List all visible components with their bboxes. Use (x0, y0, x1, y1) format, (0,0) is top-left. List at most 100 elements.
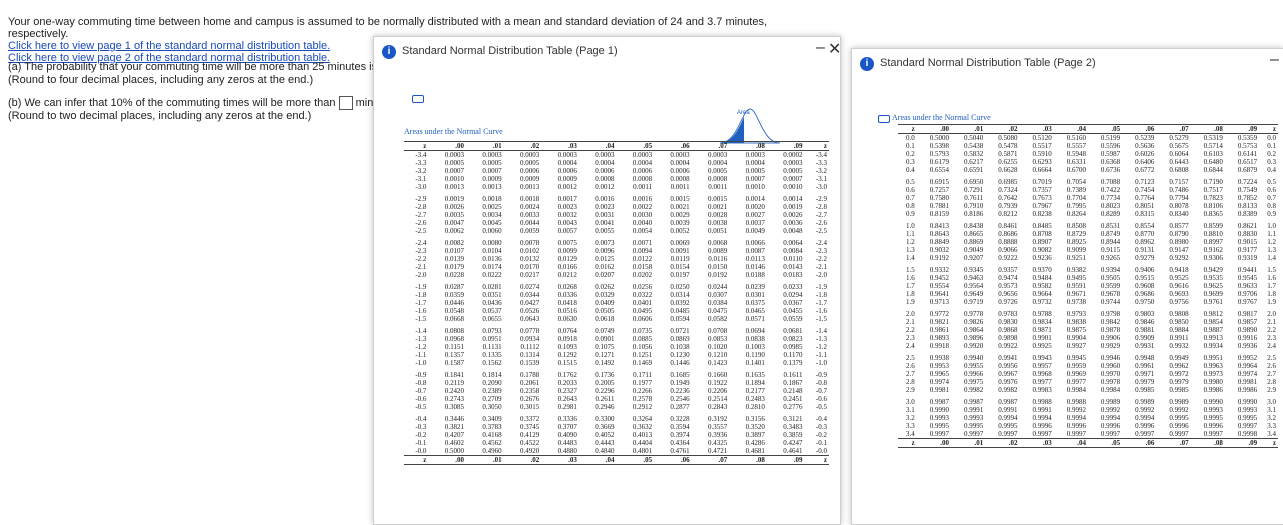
table-cell: 0.4522 (519, 439, 540, 447)
table-cell: 0.9357 (998, 266, 1018, 274)
table-cell: z (404, 455, 429, 465)
table-cell: 0.9678 (1100, 290, 1121, 298)
print-icon[interactable] (878, 115, 890, 123)
table-cell: 0.0004 (745, 159, 765, 167)
table-cell: 0.0005 (444, 159, 465, 167)
part-b-answer-input[interactable] (338, 96, 353, 110)
table-cell: 2.6 (906, 362, 915, 370)
table-cell: -0.1 (415, 439, 427, 447)
table-cell: .03 (541, 455, 579, 465)
table-cell: 2.3 (906, 334, 915, 342)
table-cell: 0.9345 (963, 266, 984, 274)
table-cell: 0.9913 (1203, 334, 1223, 342)
table-cell: 2.6 (1267, 362, 1276, 370)
table-row: 3.2 0.9993 0.9993 0.9994 0.9994 0.9994 0.9994 0… (898, 414, 1278, 422)
table-cell: 0.9994 (1100, 414, 1121, 422)
table-cell: -1.5 (415, 315, 427, 323)
table-row: 0.8 0.7881 0.7910 0.7939 0.7967 0.7995 0.8023 0… (898, 202, 1278, 210)
table-cell: 0.8365 (1203, 210, 1223, 218)
table-cell: 0.1611 (783, 371, 803, 379)
table-cell: 2.1 (1267, 318, 1276, 326)
table-cell: 0.8665 (963, 230, 984, 238)
table-cell: 1.8 (1267, 290, 1276, 298)
table-row: 2.1 0.9821 0.9826 0.9830 0.9834 0.9838 0.9842 0… (898, 318, 1278, 326)
table-cell: 0.3557 (708, 423, 728, 431)
window2-minimize-button[interactable]: – (1270, 51, 1279, 69)
table-cell: -1.3 (815, 335, 827, 343)
table-cell: 0.9989 (1169, 398, 1189, 406)
table-page2-window[interactable]: i Standard Normal Distribution Table (Pa… (851, 48, 1283, 525)
table-cell: .05 (1087, 124, 1123, 134)
table-cell: 0.1949 (670, 379, 690, 387)
window2-titlebar[interactable]: i Standard Normal Distribution Table (Pa… (852, 49, 1283, 77)
table-cell: 0.0060 (482, 227, 502, 235)
table-cell: 0.1762 (557, 371, 577, 379)
table-cell: 0.7642 (998, 194, 1018, 202)
table-row: 2.9 0.9981 0.9982 0.9982 0.9983 0.9984 0.9984 0… (898, 386, 1278, 394)
table-row: -0.2 0.4207 0.4168 0.4129 0.4090 0.4052 0.4013… (404, 431, 829, 439)
table-page1-window[interactable]: i Standard Normal Distribution Table (Pa… (373, 36, 841, 525)
table-cell: 0.0212 (557, 271, 577, 279)
table-row: 2.7 0.9965 0.9966 0.9967 0.9968 0.9969 0.9970 0… (898, 370, 1278, 378)
table-cell: 0.4168 (482, 431, 502, 439)
table-cell: 0.5239 (1135, 134, 1155, 142)
table-cell: 0.0013 (482, 183, 502, 191)
table-cell: 0.4013 (632, 431, 653, 439)
table-cell: 0.0125 (595, 255, 615, 263)
table-cell: 0.1977 (632, 379, 653, 387)
table-cell: 0.0968 (444, 335, 465, 343)
table-page1-link[interactable]: Click here to view page 1 of the standar… (8, 40, 330, 52)
window1-titlebar[interactable]: i Standard Normal Distribution Table (Pa… (374, 37, 840, 65)
table-cell: 0.7357 (1032, 186, 1052, 194)
table-cell: 0.9995 (998, 422, 1018, 430)
table-cell: .09 (1224, 124, 1260, 134)
table-cell: .04 (578, 455, 617, 465)
table-cell: 0.0082 (444, 239, 465, 247)
table-row: 0.2 0.5793 0.5832 0.5871 0.5910 0.5948 0.5987 0… (898, 150, 1278, 158)
table-cell: 0.0062 (444, 227, 465, 235)
table-cell: 0.9850 (1169, 318, 1189, 326)
table-cell: 0.7 (1267, 194, 1276, 202)
table-cell: 0.9279 (1135, 254, 1155, 262)
table-cell: 0.9996 (1169, 422, 1189, 430)
table-cell: 0.0139 (444, 255, 465, 263)
window1-minimize-button[interactable]: – (816, 39, 825, 57)
table-cell: 0.1093 (557, 343, 577, 351)
table-cell: 0.8413 (929, 222, 949, 230)
table-cell: 0.0080 (482, 239, 502, 247)
table-cell: 0.9995 (1237, 414, 1258, 422)
table-cell: 0.0150 (708, 263, 728, 271)
table-cell: 0.1867 (783, 379, 803, 387)
table-cell: 0.7734 (1100, 194, 1121, 202)
window1-close-button[interactable]: ✕ (828, 39, 840, 59)
table-cell: 0.0003 (595, 151, 615, 159)
print-icon[interactable] (412, 95, 424, 103)
table-cell: 0.0071 (632, 239, 653, 247)
table-row: -1.1 0.1357 0.1335 0.1314 0.1292 0.1271 0.1251… (404, 351, 829, 359)
table-cell: 0.5557 (1066, 142, 1086, 150)
table-cell: 0.9686 (1135, 290, 1155, 298)
table-cell: 0.0045 (482, 219, 502, 227)
table-cell: 0.0030 (632, 211, 653, 219)
table-cell: 0.1515 (557, 359, 577, 367)
table-cell: .00 (428, 141, 467, 151)
table-cell: 0.9993 (929, 414, 949, 422)
table-cell: 0.9292 (1169, 254, 1189, 262)
table-cell: 0.8133 (1237, 202, 1258, 210)
table-cell: 0.0035 (444, 211, 465, 219)
table-cell: -1.4 (415, 327, 427, 335)
table-cell: 0.2546 (670, 395, 690, 403)
table-cell: 0.3783 (482, 423, 502, 431)
table-cell: -0.1 (815, 439, 827, 447)
table-cell: 0.2358 (519, 387, 540, 395)
table-cell: 0.0052 (670, 227, 690, 235)
table-cell: 0.5478 (998, 142, 1018, 150)
table-cell: 0.1736 (595, 371, 615, 379)
table-cell: 0.4247 (783, 439, 803, 447)
table-cell: 0.4721 (708, 447, 728, 455)
table-cell: .09 (1224, 438, 1260, 448)
table-cell: 0.9945 (1066, 354, 1086, 362)
table-cell: 0.8810 (1203, 230, 1223, 238)
table-cell: 0.8438 (963, 222, 984, 230)
table-cell: 0.9319 (1237, 254, 1258, 262)
